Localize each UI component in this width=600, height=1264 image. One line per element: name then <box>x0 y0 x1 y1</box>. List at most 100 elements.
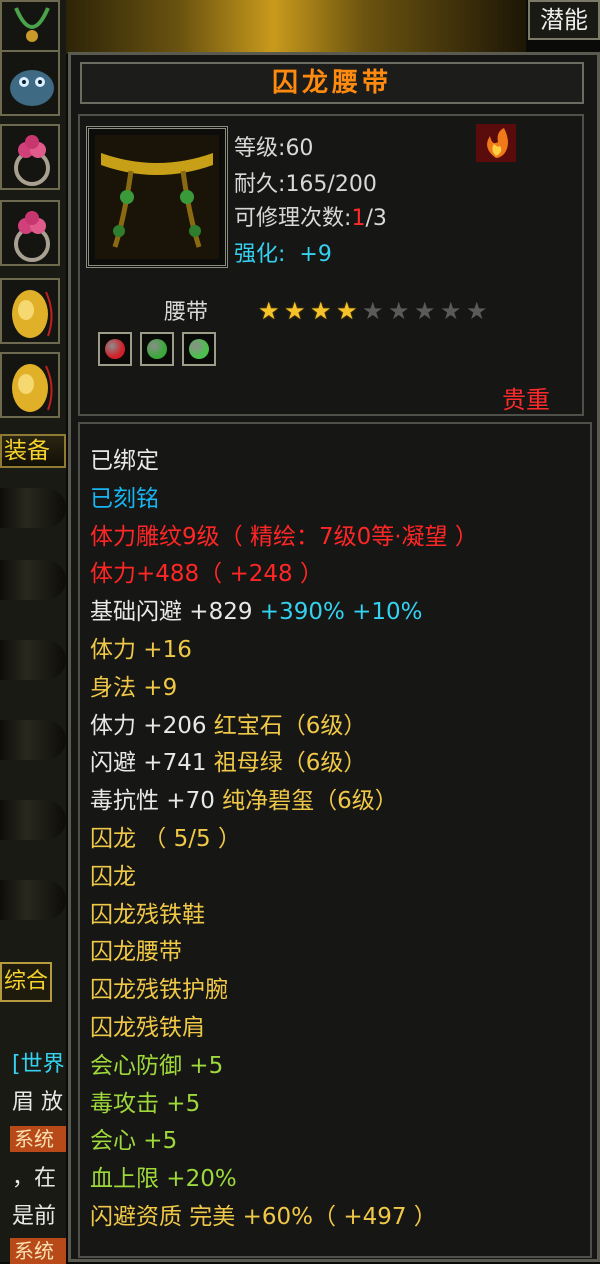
attribute-line: 体力 +16 <box>90 635 192 665</box>
attribute-line: 体力雕纹9级（ 精绘：7级0等·凝望 ） <box>90 522 478 552</box>
chat-line: [世界 <box>12 1052 65 1077</box>
system-badge: 系统 <box>10 1238 66 1264</box>
gem-slot[interactable] <box>140 332 174 366</box>
attribute-line: 已绑定 <box>90 446 159 476</box>
item-level: 等级:60 <box>234 136 314 161</box>
flame-buff-icon <box>476 124 516 162</box>
item-enhance: 强化: +9 <box>234 242 332 267</box>
tab-equipment[interactable]: 装备 <box>0 434 66 468</box>
inventory-slot[interactable] <box>0 50 60 116</box>
attribute-text: 囚龙残铁肩 <box>90 1015 205 1041</box>
attribute-line: 闪避 +741 祖母绿（6级） <box>90 748 366 778</box>
jade-pendant-icon <box>12 290 53 338</box>
jade-gem-icon <box>189 339 209 359</box>
scroll-decoration <box>0 800 66 840</box>
attribute-extra: 祖母绿（6级） <box>206 750 367 776</box>
scroll-decoration <box>0 488 66 528</box>
star-filled-icon: ★ <box>258 297 280 325</box>
flower-ring-icon <box>14 211 50 262</box>
attribute-line: 会心 +5 <box>90 1126 177 1156</box>
gem-slot[interactable] <box>98 332 132 366</box>
item-type: 腰带 <box>164 300 209 325</box>
item-durability: 耐久:165/200 <box>234 172 377 197</box>
character-portrait-art <box>66 0 526 54</box>
chat-line: ，在 <box>12 1166 57 1191</box>
attribute-line: 毒攻击 +5 <box>90 1089 200 1119</box>
attribute-line: 囚龙残铁肩 <box>90 1013 205 1043</box>
attribute-text: 身法 +9 <box>90 675 178 701</box>
attribute-line: 囚龙 <box>90 862 136 892</box>
gem-slot[interactable] <box>182 332 216 366</box>
attribute-text: 囚龙残铁鞋 <box>90 902 205 928</box>
attribute-text: 体力 +16 <box>90 637 192 663</box>
flower-ring-icon <box>14 135 50 186</box>
attribute-text: 毒攻击 +5 <box>90 1091 201 1117</box>
attribute-text: 基础闪避 +829 <box>90 599 253 625</box>
attribute-line: 毒抗性 +70 纯净碧玺（6级） <box>90 786 398 816</box>
attribute-text: 囚龙 <box>90 864 136 890</box>
chat-line: 是前 <box>12 1204 57 1229</box>
attribute-extra: 纯净碧玺（6级） <box>214 788 398 814</box>
attribute-line: 闪避资质 完美 +60%（ +497 ） <box>90 1202 437 1232</box>
scroll-decoration <box>0 640 66 680</box>
attribute-line: 已刻铭 <box>90 484 159 514</box>
attribute-text: 体力+488（ +248 ） <box>90 561 323 587</box>
attribute-text: 囚龙残铁护腕 <box>90 977 228 1003</box>
star-filled-icon: ★ <box>284 297 306 325</box>
attribute-text: 会心 +5 <box>90 1128 178 1154</box>
attribute-line: 体力+488（ +248 ） <box>90 559 323 589</box>
attribute-text: 闪避资质 完美 +60%（ +497 ） <box>90 1204 437 1230</box>
attribute-text: 会心防御 +5 <box>90 1053 224 1079</box>
attribute-line: 血上限 +20% <box>90 1164 237 1194</box>
emerald-gem-icon <box>147 339 167 359</box>
scroll-decoration <box>0 720 66 760</box>
star-empty-icon: ★ <box>440 297 462 325</box>
attribute-text: 体力 +206 <box>90 713 207 739</box>
system-badge: 系统 <box>10 1126 66 1152</box>
star-filled-icon: ★ <box>310 297 332 325</box>
attribute-extra: 红宝石（6级） <box>206 713 367 739</box>
attribute-text: 囚龙腰带 <box>90 939 182 965</box>
attribute-line: 基础闪避 +829 +390% +10% <box>90 597 423 627</box>
attribute-line: 囚龙腰带 <box>90 937 182 967</box>
attribute-text: 体力雕纹9级（ 精绘：7级0等·凝望 ） <box>90 524 478 550</box>
pet-creature-icon <box>10 70 54 106</box>
attribute-line: 身法 +9 <box>90 673 177 703</box>
scroll-decoration <box>0 560 66 600</box>
attribute-line: 囚龙 （ 5/5 ） <box>90 824 241 854</box>
attribute-extra: +390% +10% <box>252 599 423 625</box>
attribute-line: 囚龙残铁鞋 <box>90 900 205 930</box>
inventory-slot[interactable] <box>0 278 60 344</box>
tab-general-chat[interactable]: 综合 <box>0 962 52 1002</box>
item-icon-frame <box>86 126 228 268</box>
attribute-line: 囚龙残铁护腕 <box>90 975 228 1005</box>
left-sidebar: 装备 综合 [世界 眉 放 系统 ，在 是前 系统 <box>0 0 66 1264</box>
inventory-slot[interactable] <box>0 352 60 418</box>
attribute-text: 囚龙 （ 5/5 ） <box>90 826 241 852</box>
belt-icon <box>95 135 219 259</box>
item-repair-count: 可修理次数:1/3 <box>234 206 387 231</box>
attribute-text: 已刻铭 <box>90 486 159 512</box>
inventory-slot[interactable] <box>0 124 60 190</box>
attribute-text: 已绑定 <box>90 448 159 474</box>
attribute-text: 毒抗性 +70 <box>90 788 215 814</box>
jade-pendant-icon <box>12 364 53 412</box>
star-rating: ★ ★ ★ ★ ★ ★ ★ ★ ★ <box>258 298 492 324</box>
scroll-decoration <box>0 880 66 920</box>
ruby-gem-icon <box>105 339 125 359</box>
star-empty-icon: ★ <box>388 297 410 325</box>
attribute-line: 体力 +206 红宝石（6级） <box>90 711 366 741</box>
amulet-icon <box>14 7 50 42</box>
inventory-slot[interactable] <box>0 200 60 266</box>
item-rarity: 贵重 <box>502 386 550 414</box>
tab-potential[interactable]: 潜能 <box>528 0 600 40</box>
attribute-line: 会心防御 +5 <box>90 1051 223 1081</box>
chat-line: 眉 放 <box>12 1090 63 1115</box>
attribute-text: 血上限 +20% <box>90 1166 237 1192</box>
star-filled-icon: ★ <box>336 297 358 325</box>
star-empty-icon: ★ <box>414 297 436 325</box>
item-title: 囚龙腰带 <box>80 62 584 104</box>
star-empty-icon: ★ <box>466 297 488 325</box>
star-empty-icon: ★ <box>362 297 384 325</box>
attribute-text: 闪避 +741 <box>90 750 207 776</box>
